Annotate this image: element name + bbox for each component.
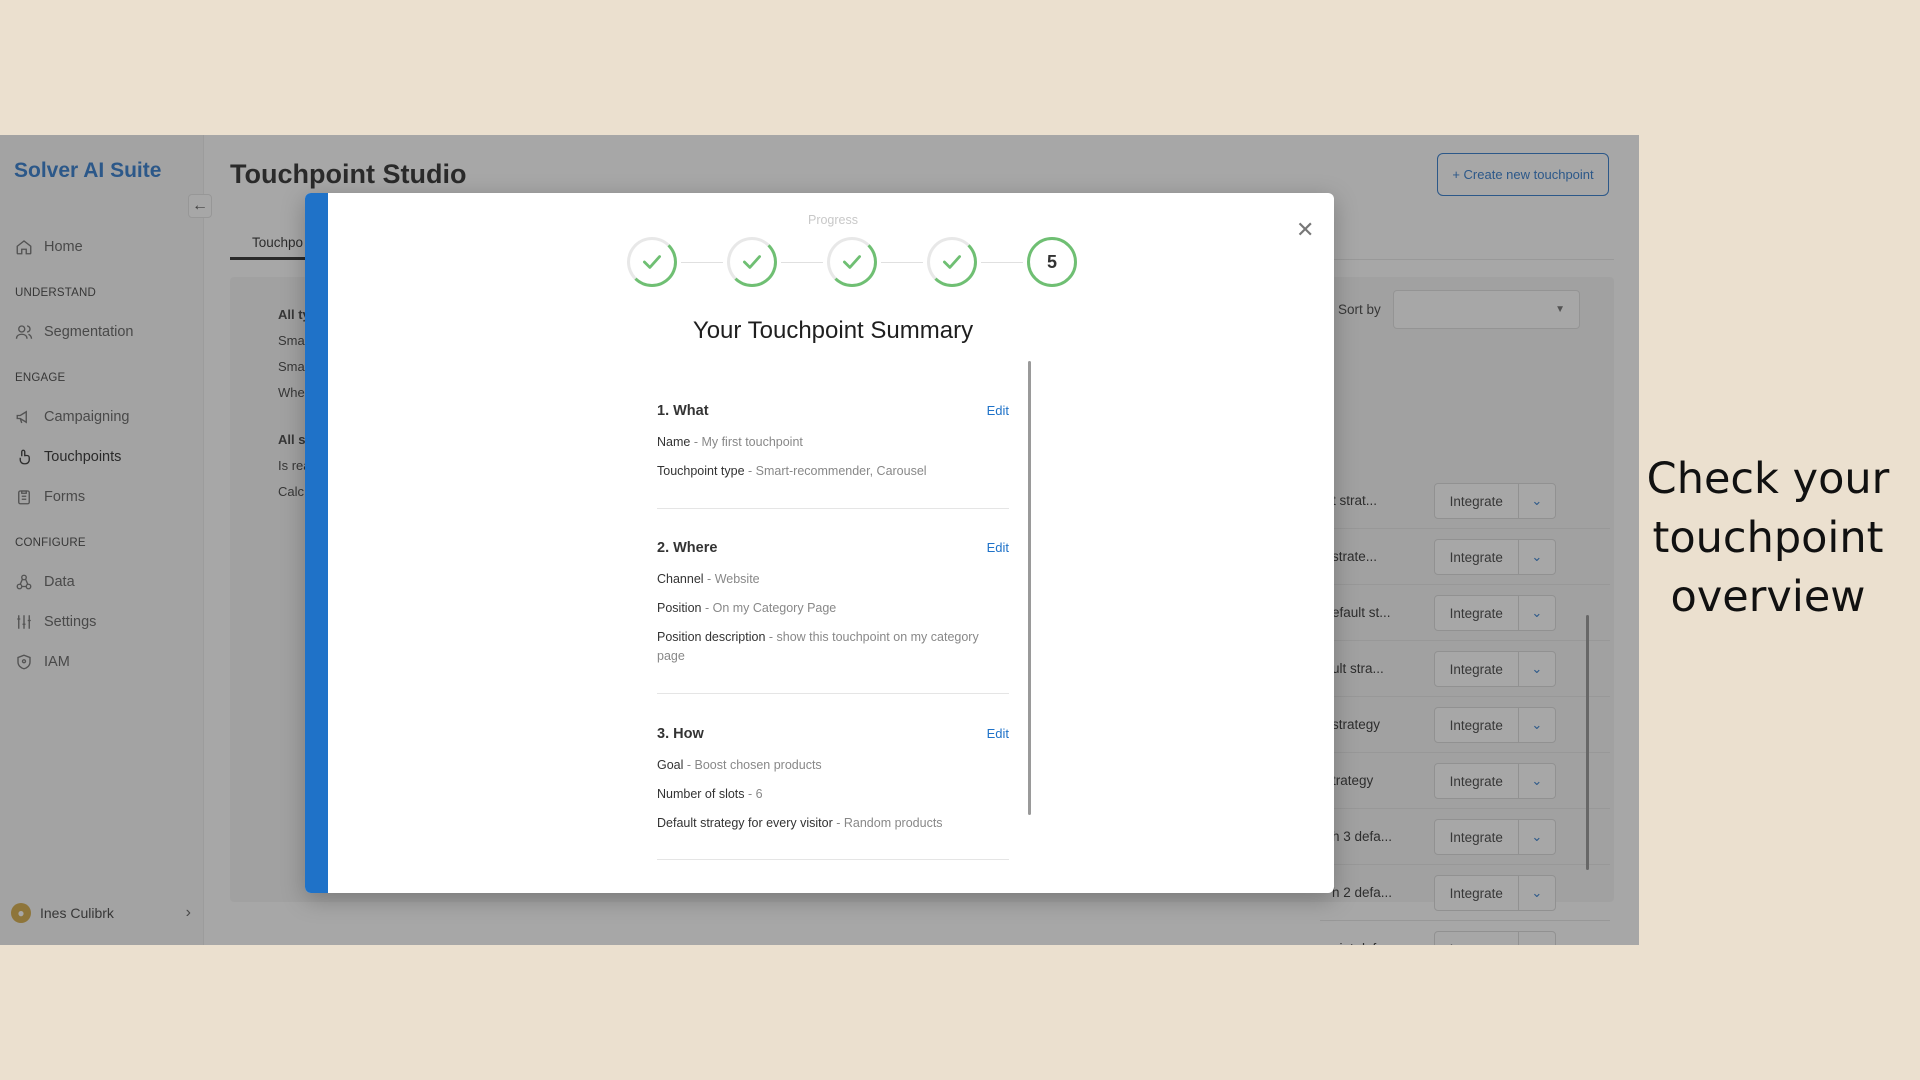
section-divider: [657, 859, 1009, 860]
step-4-complete[interactable]: [927, 237, 977, 287]
field-value: On my Category Page: [712, 601, 837, 615]
field-value: 6: [755, 787, 763, 801]
progress-label: Progress: [807, 213, 859, 227]
step-3-complete[interactable]: [827, 237, 877, 287]
section-what-title: 1. What: [657, 403, 709, 419]
field-key: Channel: [657, 572, 704, 586]
check-icon: [943, 255, 961, 269]
section-divider: [657, 693, 1009, 694]
section-divider: [657, 508, 1009, 509]
step-5-current[interactable]: 5: [1027, 237, 1077, 287]
field-key: Default strategy for every visitor: [657, 816, 833, 830]
field-value: Boost chosen products: [694, 758, 822, 772]
modal-accent-bar: [305, 193, 328, 893]
summary-title: Your Touchpoint Summary: [692, 317, 974, 344]
step-1-complete[interactable]: [627, 237, 677, 287]
step-connector: [981, 261, 1023, 263]
field-key: Number of slots: [657, 787, 745, 801]
type-row: Touchpoint type - Smart-recommender, Car…: [657, 464, 927, 478]
step-connector: [681, 261, 723, 263]
section-how-header: 3. How Edit: [657, 726, 1009, 742]
slots-row: Number of slots - 6: [657, 787, 763, 801]
field-key: Name: [657, 435, 691, 449]
step-connector: [881, 261, 923, 263]
modal-scrollbar[interactable]: [1028, 361, 1031, 815]
step-2-complete[interactable]: [727, 237, 777, 287]
field-value: Random products: [843, 816, 943, 830]
name-row: Name - My first touchpoint: [657, 435, 803, 449]
field-key: Goal: [657, 758, 684, 772]
field-value: Smart-recommender, Carousel: [755, 464, 927, 478]
position-row: Position - On my Category Page: [657, 601, 837, 615]
goal-row: Goal - Boost chosen products: [657, 758, 822, 772]
check-icon: [643, 255, 661, 269]
section-how-title: 3. How: [657, 726, 704, 742]
progress-stepper: 5: [627, 237, 1077, 287]
section-where-header: 2. Where Edit: [657, 540, 1009, 556]
field-value: My first touchpoint: [701, 435, 803, 449]
step-connector: [781, 261, 823, 263]
edit-how-link[interactable]: Edit: [987, 726, 1009, 742]
section-where-title: 2. Where: [657, 540, 718, 556]
field-value: Website: [714, 572, 760, 586]
field-key: Touchpoint type: [657, 464, 745, 478]
step-number: 5: [1046, 251, 1057, 272]
check-icon: [843, 255, 861, 269]
slide-caption: Check your touchpoint overview: [1646, 454, 1890, 622]
field-key: Position: [657, 601, 702, 615]
position-description-row: Position description - show this touchpo…: [657, 630, 979, 663]
edit-what-link[interactable]: Edit: [987, 403, 1009, 419]
field-key: Position description: [657, 630, 766, 644]
channel-row: Channel - Website: [657, 572, 760, 586]
strategy-row: Default strategy for every visitor - Ran…: [657, 816, 943, 830]
summary-modal: ✕ Progress 5 Your Touchpoint Summary 1. …: [305, 193, 1334, 893]
edit-where-link[interactable]: Edit: [987, 540, 1009, 556]
close-icon[interactable]: ✕: [1296, 219, 1314, 241]
check-icon: [743, 255, 761, 269]
section-what-header: 1. What Edit: [657, 403, 1009, 419]
